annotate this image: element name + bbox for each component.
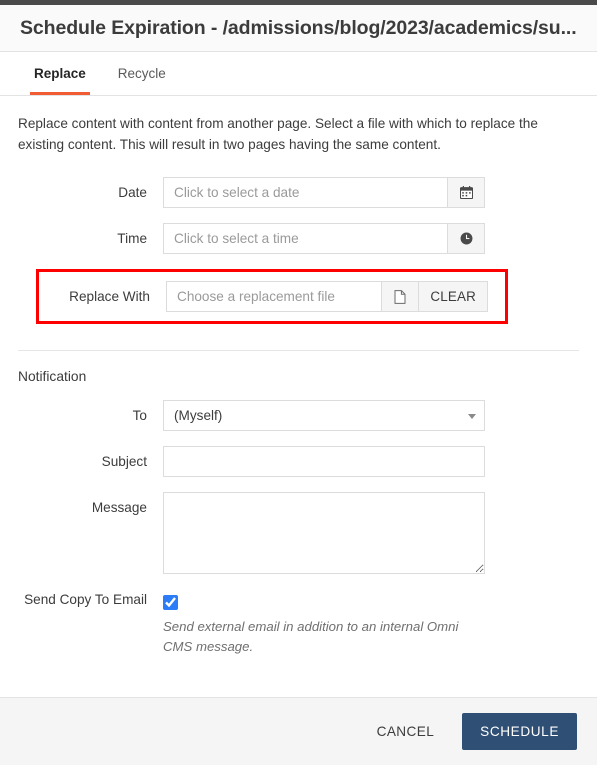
tab-bar: Replace Recycle	[0, 52, 597, 96]
date-row: Date	[18, 177, 579, 208]
time-input[interactable]	[163, 223, 448, 254]
to-label: To	[18, 400, 163, 425]
date-input[interactable]	[163, 177, 448, 208]
date-control	[163, 177, 579, 208]
message-control	[163, 492, 579, 574]
subject-label: Subject	[18, 446, 163, 471]
message-textarea[interactable]	[163, 492, 485, 574]
send-copy-row: Send Copy To Email Send external email i…	[18, 589, 579, 657]
time-input-group	[163, 223, 485, 254]
to-select[interactable]: (Myself)	[163, 400, 485, 431]
modal-header: Schedule Expiration - /admissions/blog/2…	[0, 5, 597, 52]
section-divider	[18, 350, 579, 351]
subject-input[interactable]	[163, 446, 485, 477]
clock-icon[interactable]	[448, 223, 485, 254]
tab-replace-label: Replace	[34, 66, 86, 81]
send-copy-checkbox[interactable]	[163, 595, 178, 610]
to-row: To (Myself)	[18, 400, 579, 431]
time-label: Time	[18, 223, 163, 248]
file-icon[interactable]	[382, 281, 419, 312]
tab-recycle[interactable]: Recycle	[102, 52, 182, 95]
send-copy-hint: Send external email in addition to an in…	[163, 617, 463, 657]
subject-row: Subject	[18, 446, 579, 477]
tab-replace[interactable]: Replace	[18, 52, 102, 95]
cancel-button[interactable]: CANCEL	[363, 715, 449, 748]
calendar-icon[interactable]	[448, 177, 485, 208]
send-copy-control: Send external email in addition to an in…	[163, 589, 579, 657]
tab-recycle-label: Recycle	[118, 66, 166, 81]
schedule-expiration-modal: Schedule Expiration - /admissions/blog/2…	[0, 0, 597, 765]
time-row: Time	[18, 223, 579, 254]
schedule-button[interactable]: SCHEDULE	[462, 713, 577, 750]
replace-with-control: CLEAR	[166, 281, 505, 312]
to-select-wrap: (Myself)	[163, 400, 485, 431]
message-row: Message	[18, 492, 579, 574]
send-copy-label: Send Copy To Email	[18, 589, 163, 610]
replace-with-highlight-box: Replace With CLEAR	[36, 269, 508, 324]
date-input-group	[163, 177, 485, 208]
page-title: Schedule Expiration - /admissions/blog/2…	[20, 17, 577, 40]
date-label: Date	[18, 177, 163, 202]
to-control: (Myself)	[163, 400, 579, 431]
clear-button[interactable]: CLEAR	[419, 281, 488, 312]
time-control	[163, 223, 579, 254]
message-label: Message	[18, 492, 163, 517]
intro-text: Replace content with content from anothe…	[18, 114, 563, 155]
replace-with-label: Replace With	[39, 281, 166, 306]
replace-with-input[interactable]	[166, 281, 382, 312]
modal-footer: CANCEL SCHEDULE	[0, 697, 597, 765]
subject-control	[163, 446, 579, 477]
replace-with-row: Replace With CLEAR	[39, 281, 505, 312]
notification-section-title: Notification	[18, 369, 579, 384]
replace-with-input-group: CLEAR	[166, 281, 488, 312]
modal-body: Replace content with content from anothe…	[0, 96, 597, 697]
